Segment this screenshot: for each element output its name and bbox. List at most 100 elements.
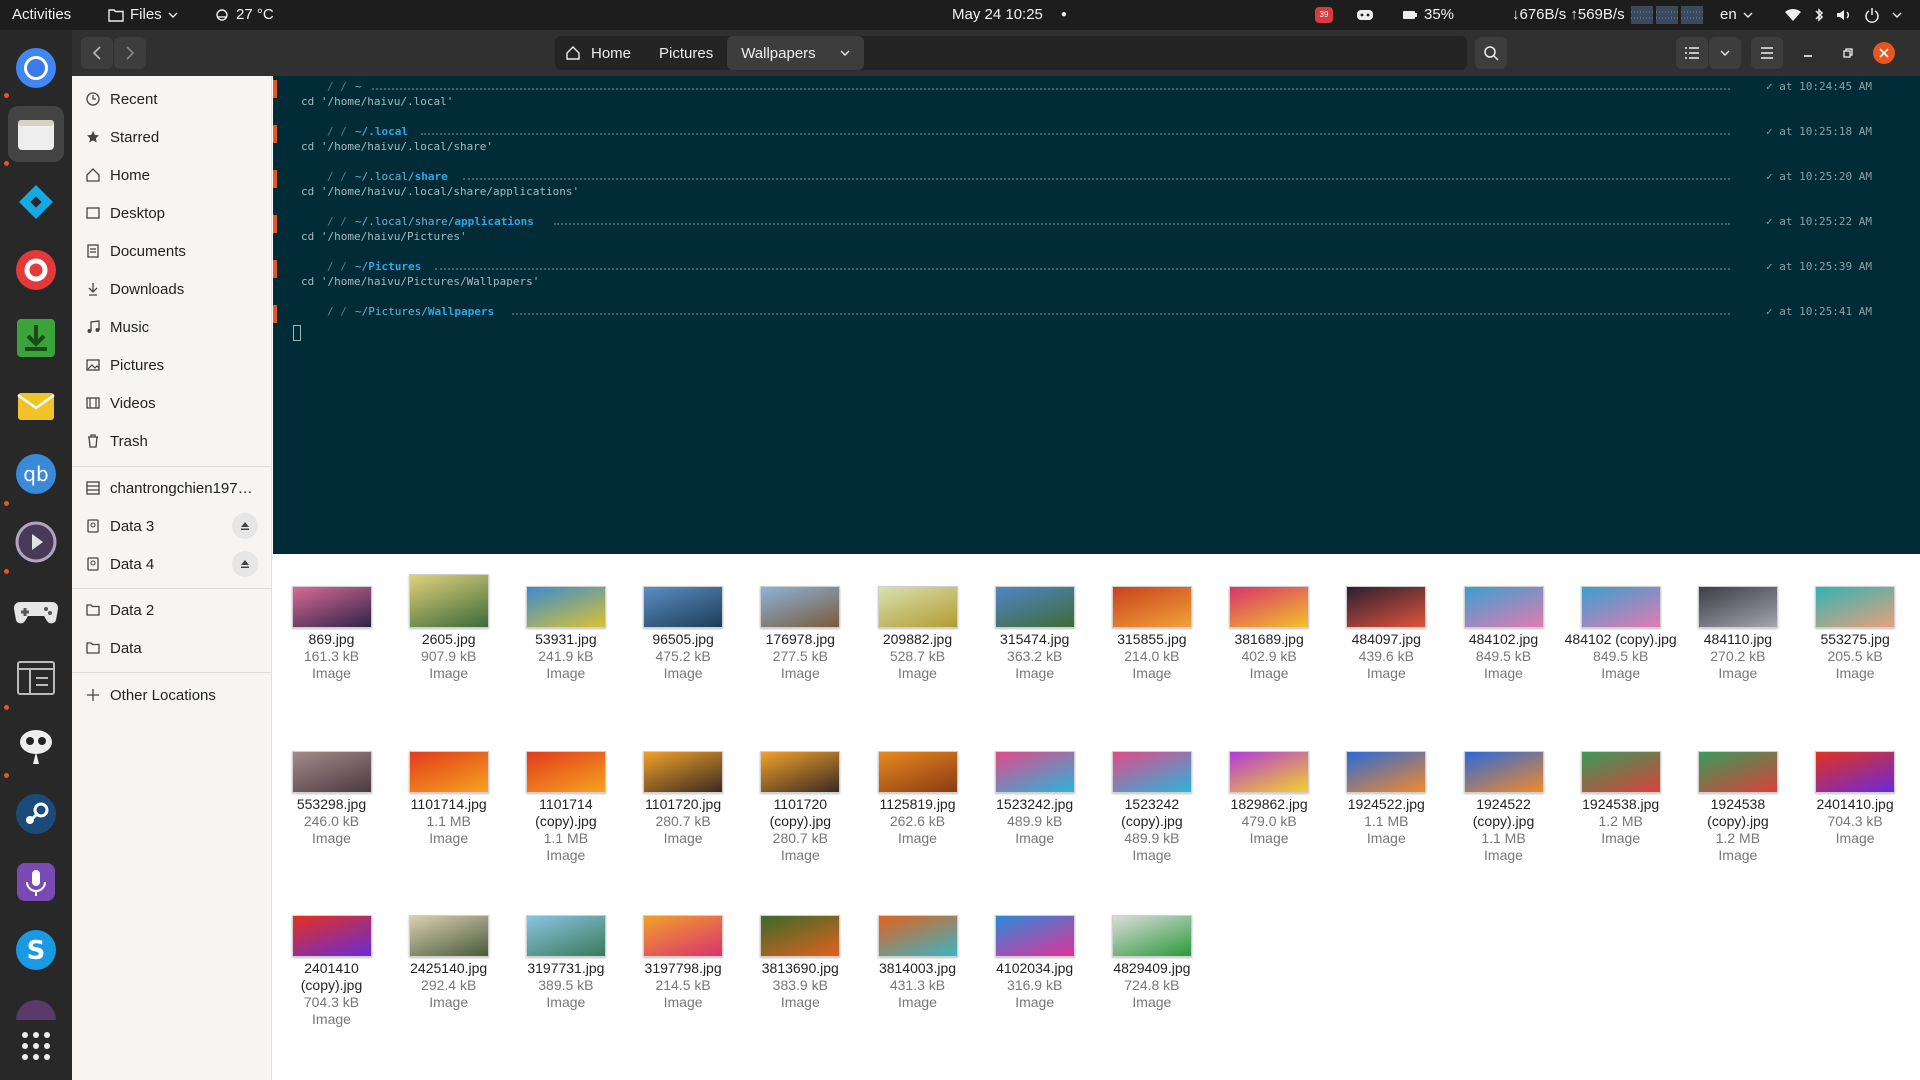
file-item[interactable]: 1924522 (copy).jpg 1.1 MB Image [1445, 751, 1562, 864]
breadcrumb-home[interactable]: Home [555, 36, 645, 70]
language-menu[interactable]: en [1720, 0, 1753, 30]
dock-mail[interactable] [8, 378, 64, 434]
sidebar-item-recent[interactable]: Recent [72, 81, 272, 117]
breadcrumb-pictures[interactable]: Pictures [645, 36, 727, 70]
dock-terminal[interactable] [8, 650, 64, 706]
dock-game-controller[interactable] [8, 582, 64, 638]
file-item[interactable]: 4829409.jpg 724.8 kB Image [1093, 915, 1210, 1011]
forward-button[interactable] [114, 37, 146, 69]
file-item[interactable]: 1829862.jpg 479.0 kB Image [1211, 751, 1328, 847]
file-item[interactable]: 553298.jpg 246.0 kB Image [273, 751, 390, 847]
file-item[interactable]: 96505.jpg 475.2 kB Image [625, 586, 742, 682]
dock-chrome[interactable] [8, 40, 64, 96]
dock-pidgin[interactable] [8, 718, 64, 774]
sidebar-item-desktop[interactable]: Desktop [72, 195, 272, 231]
sidebar-item-data-3[interactable]: Data 3 [72, 508, 272, 544]
file-item[interactable]: 1924538 (copy).jpg 1.2 MB Image [1679, 751, 1796, 864]
maximize-button[interactable] [1832, 37, 1864, 69]
sidebar-item-music[interactable]: Music [72, 309, 272, 345]
dock-kodi[interactable] [8, 174, 64, 230]
drive-icon [86, 519, 100, 533]
dock-steam[interactable] [8, 786, 64, 842]
file-type: Image [780, 665, 820, 681]
file-item[interactable]: 484102 (copy).jpg 849.5 kB Image [1562, 586, 1679, 682]
clock-button[interactable]: May 24 10:25 ● [952, 0, 1067, 30]
dock-downloader[interactable] [8, 310, 64, 366]
file-item[interactable]: 1101720.jpg 280.7 kB Image [625, 751, 742, 847]
sidebar-item-starred[interactable]: Starred [72, 119, 272, 155]
file-item[interactable]: 869.jpg 161.3 kB Image [273, 586, 390, 682]
sidebar-item-data-2[interactable]: Data 2 [72, 592, 272, 628]
file-item[interactable]: 3814003.jpg 431.3 kB Image [859, 915, 976, 1011]
file-size: 277.5 kB [772, 648, 828, 664]
file-item[interactable]: 4102034.jpg 316.9 kB Image [976, 915, 1093, 1011]
window-header: Home Pictures Wallpapers [72, 30, 1920, 76]
battery-indicator[interactable]: 35% [1402, 0, 1454, 30]
file-item[interactable]: 1924538.jpg 1.2 MB Image [1562, 751, 1679, 847]
file-item[interactable]: 2401410.jpg 704.3 kB Image [1797, 751, 1914, 847]
file-item[interactable]: 2605.jpg 907.9 kB Image [390, 574, 507, 682]
file-item[interactable]: 1125819.jpg 262.6 kB Image [859, 751, 976, 847]
file-thumbnail [1111, 915, 1192, 957]
file-item[interactable]: 484110.jpg 270.2 kB Image [1679, 586, 1796, 682]
eject-button[interactable] [232, 551, 258, 577]
dock-audio-app[interactable] [8, 854, 64, 910]
minimize-button[interactable] [1792, 37, 1824, 69]
file-item[interactable]: 1523242.jpg 489.9 kB Image [976, 751, 1093, 847]
file-item[interactable]: 209882.jpg 528.7 kB Image [859, 586, 976, 682]
file-item[interactable]: 2425140.jpg 292.4 kB Image [390, 915, 507, 1011]
sidebar-item-network-drive[interactable]: chantrongchien1979... [72, 470, 272, 506]
discord-tray[interactable] [1356, 0, 1374, 30]
file-item[interactable]: 1101714 (copy).jpg 1.1 MB Image [507, 751, 624, 864]
network-speed-indicator[interactable]: ↓676B/s ↑569B/s [1512, 0, 1703, 30]
file-item[interactable]: 381689.jpg 402.9 kB Image [1211, 586, 1328, 682]
close-button[interactable] [1873, 42, 1895, 64]
dock-skype[interactable]: S [8, 922, 64, 978]
sidebar-item-data-4[interactable]: Data 4 [72, 546, 272, 582]
file-item[interactable]: 176978.jpg 277.5 kB Image [742, 586, 859, 682]
sidebar-item-downloads[interactable]: Downloads [72, 271, 272, 307]
dock-files[interactable] [8, 106, 64, 162]
view-list-button[interactable] [1676, 37, 1708, 69]
file-item[interactable]: 3813690.jpg 383.9 kB Image [742, 915, 859, 1011]
file-item[interactable]: 3197731.jpg 389.5 kB Image [507, 915, 624, 1011]
dock-partial-app[interactable] [8, 990, 64, 1020]
sidebar-item-home[interactable]: Home [72, 157, 272, 193]
sidebar-item-trash[interactable]: Trash [72, 423, 272, 459]
file-item[interactable]: 2401410 (copy).jpg 704.3 kB Image [273, 915, 390, 1028]
breadcrumb-wallpapers[interactable]: Wallpapers [727, 36, 864, 70]
file-item[interactable]: 1101720 (copy).jpg 280.7 kB Image [742, 751, 859, 864]
file-item[interactable]: 1101714.jpg 1.1 MB Image [390, 751, 507, 847]
system-menu[interactable] [1784, 0, 1902, 30]
file-item[interactable]: 315855.jpg 214.0 kB Image [1093, 586, 1210, 682]
show-apps-button[interactable] [8, 1018, 64, 1074]
file-item[interactable]: 1523242 (copy).jpg 489.9 kB Image [1093, 751, 1210, 864]
weather-indicator[interactable]: 27 °C [214, 0, 274, 30]
file-item[interactable]: 1924522.jpg 1.1 MB Image [1328, 751, 1445, 847]
eject-button[interactable] [232, 513, 258, 539]
app-menu-button[interactable]: Files [108, 0, 178, 30]
view-options-button[interactable] [1709, 37, 1741, 69]
terminal-icon [14, 656, 58, 700]
file-item[interactable]: 315474.jpg 363.2 kB Image [976, 586, 1093, 682]
sidebar-item-other-locations[interactable]: Other Locations [72, 677, 272, 713]
back-button[interactable] [81, 37, 113, 69]
file-type: Image [1015, 665, 1055, 681]
sidebar-item-pictures[interactable]: Pictures [72, 347, 272, 383]
dock-app-menu[interactable] [8, 242, 64, 298]
file-item[interactable]: 3197798.jpg 214.5 kB Image [625, 915, 742, 1011]
sidebar-item-data[interactable]: Data [72, 630, 272, 666]
sidebar-item-documents[interactable]: Documents [72, 233, 272, 269]
search-button[interactable] [1475, 37, 1507, 69]
dock-media-player[interactable] [8, 514, 64, 570]
file-item[interactable]: 53931.jpg 241.9 kB Image [507, 586, 624, 682]
tray-app-indicator[interactable]: 39 [1315, 0, 1333, 30]
file-item[interactable]: 484097.jpg 439.6 kB Image [1328, 586, 1445, 682]
terminal-panel[interactable]: / / ~ ✓ at 10:24:45 AM cd '/home/haivu/.loc… [273, 76, 1920, 554]
file-item[interactable]: 484102.jpg 849.5 kB Image [1445, 586, 1562, 682]
file-item[interactable]: 553275.jpg 205.5 kB Image [1797, 586, 1914, 682]
activities-button[interactable]: Activities [12, 0, 71, 30]
main-menu-button[interactable] [1751, 37, 1783, 69]
dock-qbittorrent[interactable]: qb [8, 446, 64, 502]
sidebar-item-videos[interactable]: Videos [72, 385, 272, 421]
